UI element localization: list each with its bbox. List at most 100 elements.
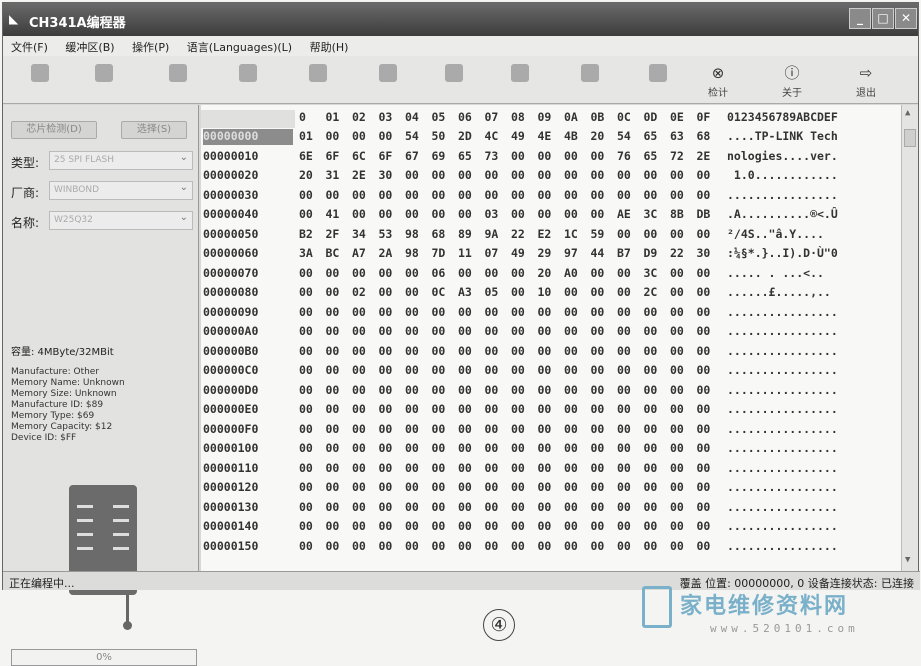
- hex-byte[interactable]: 00: [591, 480, 605, 494]
- menu-operation[interactable]: 操作(P): [132, 41, 169, 54]
- hex-byte[interactable]: 00: [697, 363, 711, 377]
- hex-byte[interactable]: 00: [485, 344, 499, 358]
- hex-byte[interactable]: 00: [299, 422, 313, 436]
- hex-byte[interactable]: 00: [379, 266, 393, 280]
- hex-byte[interactable]: 00: [379, 305, 393, 319]
- hex-byte[interactable]: 00: [326, 344, 340, 358]
- hex-byte[interactable]: 00: [299, 305, 313, 319]
- toolbar-about-button[interactable]: ⓘ 关于: [767, 60, 817, 100]
- hex-byte[interactable]: 00: [352, 129, 366, 143]
- menu-help[interactable]: 帮助(H): [310, 41, 349, 54]
- hex-byte[interactable]: 00: [617, 383, 631, 397]
- hex-byte[interactable]: 00: [299, 188, 313, 202]
- hex-byte[interactable]: 00: [591, 305, 605, 319]
- hex-byte[interactable]: 00: [617, 519, 631, 533]
- hex-byte[interactable]: 9A: [485, 227, 499, 241]
- hex-byte[interactable]: 00: [511, 324, 525, 338]
- hex-byte[interactable]: 72: [670, 149, 684, 163]
- hex-byte[interactable]: 00: [591, 539, 605, 553]
- hex-byte[interactable]: 00: [644, 344, 658, 358]
- hex-byte[interactable]: 00: [458, 363, 472, 377]
- hex-byte[interactable]: 00: [352, 539, 366, 553]
- hex-byte[interactable]: 00: [511, 480, 525, 494]
- hex-row[interactable]: 000000B0 00 00 00 00 00 00 00 00 00 00 00 00 00 00 00 00…: [201, 343, 901, 361]
- hex-byte[interactable]: 00: [352, 519, 366, 533]
- hex-byte[interactable]: 53: [379, 227, 393, 241]
- hex-byte[interactable]: 65: [458, 149, 472, 163]
- detect-chip-button[interactable]: 芯片检测(D): [11, 121, 97, 139]
- hex-row[interactable]: 00000010 6E 6F 6C 6F 67 69 65 73 00 00 00 00 76 65 72 2E…: [201, 148, 901, 166]
- hex-byte[interactable]: 00: [670, 344, 684, 358]
- hex-byte[interactable]: 98: [405, 227, 419, 241]
- hex-byte[interactable]: 00: [352, 500, 366, 514]
- hex-byte[interactable]: 00: [458, 383, 472, 397]
- hex-byte[interactable]: 00: [617, 480, 631, 494]
- hex-byte[interactable]: 00: [379, 422, 393, 436]
- minimize-button[interactable]: _: [849, 8, 871, 29]
- hex-byte[interactable]: 00: [432, 168, 446, 182]
- hex-byte[interactable]: 00: [511, 266, 525, 280]
- hex-byte[interactable]: 00: [485, 402, 499, 416]
- hex-byte[interactable]: 63: [670, 129, 684, 143]
- hex-byte[interactable]: 00: [458, 344, 472, 358]
- hex-byte[interactable]: 00: [591, 519, 605, 533]
- hex-byte[interactable]: 0C: [432, 285, 446, 299]
- hex-byte[interactable]: 00: [591, 422, 605, 436]
- hex-byte[interactable]: 00: [352, 422, 366, 436]
- hex-row[interactable]: 00000140 00 00 00 00 00 00 00 00 00 00 00 00 00 00 00 00…: [201, 518, 901, 536]
- hex-byte[interactable]: 44: [591, 246, 605, 260]
- hex-byte[interactable]: 00: [432, 363, 446, 377]
- hex-byte[interactable]: 00: [670, 519, 684, 533]
- hex-byte[interactable]: 00: [458, 324, 472, 338]
- hex-byte[interactable]: 4B: [564, 129, 578, 143]
- hex-byte[interactable]: 00: [564, 500, 578, 514]
- toolbar-read-button[interactable]: [429, 60, 479, 100]
- hex-byte[interactable]: 00: [644, 519, 658, 533]
- hex-byte[interactable]: 00: [644, 422, 658, 436]
- hex-row[interactable]: 000000A0 00 00 00 00 00 00 00 00 00 00 00 00 00 00 00 00…: [201, 323, 901, 341]
- hex-byte[interactable]: 00: [432, 480, 446, 494]
- hex-byte[interactable]: DB: [697, 207, 711, 221]
- hex-byte[interactable]: 00: [617, 539, 631, 553]
- hex-byte[interactable]: 00: [352, 441, 366, 455]
- hex-byte[interactable]: 00: [564, 207, 578, 221]
- hex-byte[interactable]: 00: [299, 500, 313, 514]
- hex-byte[interactable]: 2A: [379, 246, 393, 260]
- hex-byte[interactable]: 00: [458, 402, 472, 416]
- hex-byte[interactable]: A7: [352, 246, 366, 260]
- hex-byte[interactable]: 00: [405, 422, 419, 436]
- hex-byte[interactable]: 00: [697, 227, 711, 241]
- hex-byte[interactable]: 00: [379, 402, 393, 416]
- hex-byte[interactable]: 00: [352, 324, 366, 338]
- hex-byte[interactable]: 06: [432, 266, 446, 280]
- hex-byte[interactable]: 00: [697, 402, 711, 416]
- hex-byte[interactable]: 00: [326, 480, 340, 494]
- hex-byte[interactable]: 00: [538, 539, 552, 553]
- hex-byte[interactable]: 00: [299, 441, 313, 455]
- hex-byte[interactable]: 00: [299, 480, 313, 494]
- hex-byte[interactable]: 00: [458, 168, 472, 182]
- hex-byte[interactable]: 07: [485, 246, 499, 260]
- hex-byte[interactable]: 00: [511, 149, 525, 163]
- hex-byte[interactable]: 00: [326, 441, 340, 455]
- hex-byte[interactable]: 00: [591, 441, 605, 455]
- hex-byte[interactable]: 00: [538, 422, 552, 436]
- hex-byte[interactable]: 89: [458, 227, 472, 241]
- select-chip-button[interactable]: 选择(S): [121, 121, 187, 139]
- hex-byte[interactable]: 00: [697, 324, 711, 338]
- hex-byte[interactable]: 4C: [485, 129, 499, 143]
- hex-byte[interactable]: 31: [326, 168, 340, 182]
- hex-row[interactable]: 000000F0 00 00 00 00 00 00 00 00 00 00 00 00 00 00 00 00…: [201, 421, 901, 439]
- hex-byte[interactable]: 00: [670, 324, 684, 338]
- hex-byte[interactable]: 6F: [326, 149, 340, 163]
- hex-byte[interactable]: 00: [379, 285, 393, 299]
- hex-byte[interactable]: 00: [511, 461, 525, 475]
- hex-byte[interactable]: 00: [644, 324, 658, 338]
- hex-byte[interactable]: 00: [485, 441, 499, 455]
- hex-byte[interactable]: 00: [326, 324, 340, 338]
- hex-byte[interactable]: 00: [670, 402, 684, 416]
- hex-byte[interactable]: 00: [432, 188, 446, 202]
- hex-byte[interactable]: 00: [564, 539, 578, 553]
- hex-byte[interactable]: 00: [352, 461, 366, 475]
- hex-byte[interactable]: 3C: [644, 207, 658, 221]
